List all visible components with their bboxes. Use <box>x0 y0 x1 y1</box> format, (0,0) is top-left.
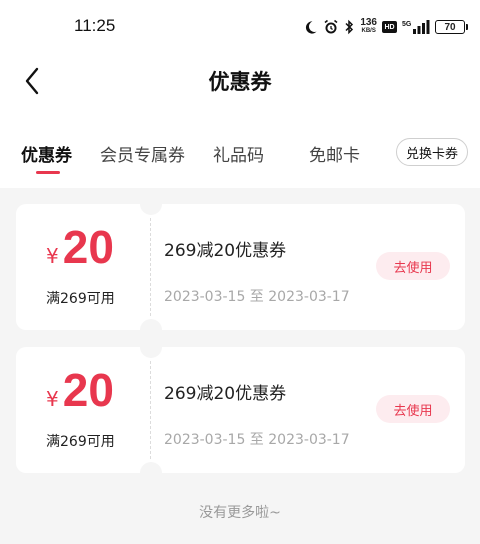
status-time: 11:25 <box>74 16 116 35</box>
tab-free-shipping[interactable]: 免邮卡 <box>309 141 360 166</box>
coupon-title: 269减20优惠券 <box>164 241 287 261</box>
battery-level: 70 <box>435 20 465 34</box>
use-coupon-button[interactable]: 去使用 <box>376 395 450 423</box>
coupon-card[interactable]: ¥ 20 满269可用 269减20优惠券 2023-03-15 至 2023-… <box>16 336 465 484</box>
coupon-condition: 满269可用 <box>46 291 115 307</box>
tab-member-coupons[interactable]: 会员专属券 <box>100 141 185 166</box>
coupon-date-range: 2023-03-15 至 2023-03-17 <box>164 289 350 305</box>
currency-symbol: ¥ <box>46 244 59 268</box>
svg-text:5G: 5G <box>402 21 412 28</box>
coupon-notch <box>140 462 162 484</box>
coupon-divider <box>150 361 151 459</box>
status-bar: 11:25 136 KB/S HD 5G 70 <box>0 0 480 52</box>
signal-5g-icon: 5G <box>402 19 430 35</box>
coupon-date-range: 2023-03-15 至 2023-03-17 <box>164 432 350 448</box>
page-title: 优惠券 <box>208 70 272 94</box>
coupon-amount: ¥ 20 <box>46 363 114 417</box>
redeem-card-button[interactable]: 兑换卡券 <box>396 138 468 166</box>
coupon-notch <box>140 336 162 358</box>
tab-coupons[interactable]: 优惠券 <box>21 141 72 166</box>
tab-gift-codes[interactable]: 礼品码 <box>213 141 264 166</box>
active-tab-indicator <box>36 171 60 174</box>
alarm-icon <box>323 19 339 35</box>
currency-symbol: ¥ <box>46 387 59 411</box>
no-more-text: 没有更多啦~ <box>199 505 281 521</box>
hd-badge: HD <box>382 21 397 33</box>
coupon-condition: 满269可用 <box>46 434 115 450</box>
battery-icon: 70 <box>435 20 468 34</box>
use-coupon-button[interactable]: 去使用 <box>376 252 450 280</box>
coupon-notch <box>140 193 162 215</box>
coupon-amount: ¥ 20 <box>46 220 114 274</box>
coupon-divider <box>150 218 151 316</box>
coupon-title: 269减20优惠券 <box>164 384 287 404</box>
moon-icon <box>303 20 318 35</box>
net-speed-indicator: 136 KB/S <box>360 17 377 35</box>
coupon-value: 20 <box>62 364 114 416</box>
coupon-card[interactable]: ¥ 20 满269可用 269减20优惠券 2023-03-15 至 2023-… <box>16 193 465 341</box>
bluetooth-icon <box>344 19 355 35</box>
coupon-value: 20 <box>62 221 114 273</box>
status-icons: 136 KB/S HD 5G 70 <box>303 17 468 37</box>
